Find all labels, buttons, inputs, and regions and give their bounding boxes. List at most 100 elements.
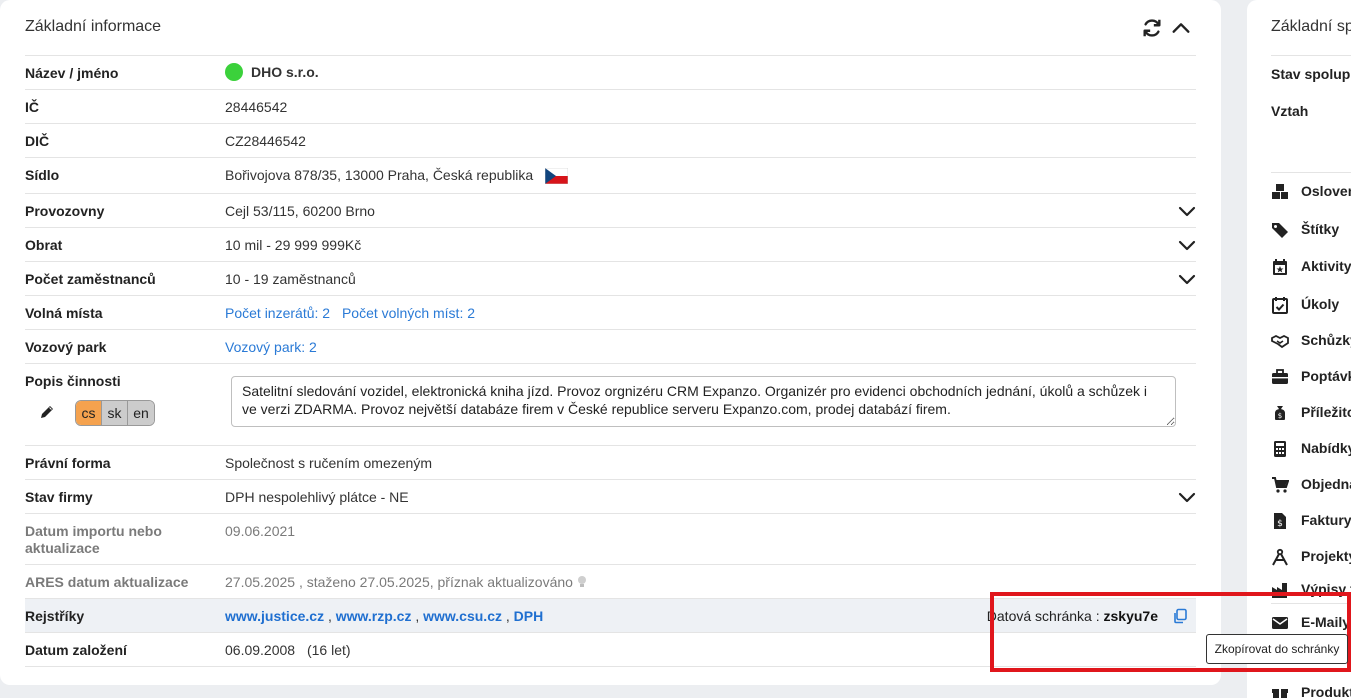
sidebar-item-label: Poptávk [1301,368,1351,384]
stav-firmy-label: Stav firmy [25,489,93,505]
row-volna-mista: Volná místa Počet inzerátů: 2 Počet voln… [25,296,1196,330]
sidebar-item-label: Faktury [1301,512,1351,528]
calendar-check-icon [1272,297,1288,314]
ares-value: 27.05.2025 , staženo 27.05.2025, příznak… [225,574,573,590]
ic-value: 28446542 [225,99,288,115]
sidlo-value-wrap: Bořivojova 878/35, 13000 Praha, Česká re… [225,167,569,184]
row-obrat[interactable]: Obrat 10 mil - 29 999 999Kč [25,228,1196,262]
sidlo-label: Sídlo [25,167,60,183]
row-popis: Popis činnosti cs sk en Satelitní sledov… [25,364,1196,446]
lang-cs-button[interactable]: cs [76,401,102,425]
rejstriky-label: Rejstříky [25,608,85,624]
divider [1271,172,1351,173]
sidlo-value: Bořivojova 878/35, 13000 Praha, Česká re… [225,167,534,183]
datum-zalozeni-label: Datum založení [25,642,127,658]
czech-flag-icon [545,168,569,184]
rzp-link[interactable]: www.rzp.cz [336,608,412,624]
basic-info-panel: Základní informace Název / jméno DHO s.r… [0,0,1221,685]
vozovy-park-value: Vozový park: 2 [225,339,317,355]
ads-count-link[interactable]: Počet inzerátů: 2 [225,305,330,321]
row-zamestnanci[interactable]: Počet zaměstnanců 10 - 19 zaměstnanců [25,262,1196,296]
handshake-icon [1271,334,1289,349]
pencil-icon[interactable] [39,404,55,420]
calculator-icon [1274,441,1286,457]
zamestnanci-label: Počet zaměstnanců [25,271,156,287]
sidebar-item-label: Úkoly [1301,296,1340,312]
calendar-star-icon [1273,259,1287,275]
stav-firmy-value: DPH nespolehlivý plátce - NE [225,489,409,505]
volna-mista-values: Počet inzerátů: 2 Počet volných míst: 2 [225,305,475,321]
description-textarea[interactable]: Satelitní sledování vozidel, elektronick… [231,376,1176,427]
sidebar-item-label: Aktivity [1301,258,1351,274]
chevron-down-icon[interactable] [1178,272,1196,286]
briefcase-icon [1272,369,1288,384]
stav-spoluprace-label: Stav spolupra [1271,66,1351,82]
chevron-down-icon[interactable] [1178,238,1196,252]
sidebar-item-label: Objedná [1301,476,1351,492]
ic-label: IČ [25,99,39,115]
fleet-link[interactable]: Vozový park: 2 [225,339,317,355]
dph-link[interactable]: DPH [514,608,544,624]
pravni-forma-value: Společnost s ručením omezeným [225,455,432,471]
zamestnanci-value: 10 - 19 zaměstnanců [225,271,356,287]
panel-title: Základní informace [25,18,162,35]
volna-mista-label: Volná místa [25,305,103,321]
divider [1271,55,1351,56]
provozovny-value: Cejl 53/115, 60200 Brno [225,203,375,219]
ares-label: ARES datum aktualizace [25,574,189,590]
row-ic: IČ 28446542 [25,90,1196,124]
name-value-wrap: DHO s.r.o. [225,63,319,81]
row-vozovy-park: Vozový park Vozový park: 2 [25,330,1196,364]
language-switcher: cs sk en [75,400,155,426]
row-dic: DIČ CZ28446542 [25,124,1196,158]
sidebar-item-label: Produkt [1301,684,1351,698]
cubes-icon [1272,184,1288,199]
vztah-label: Vztah [1271,103,1309,119]
row-sidlo: Sídlo Bořivojova 878/35, 13000 Praha, Če… [25,158,1196,194]
datum-importu-label: Datum importu nebo aktualizace [25,523,162,556]
svg-text:$: $ [1278,412,1282,420]
justice-link[interactable]: www.justice.cz [225,608,324,624]
obrat-value: 10 mil - 29 999 999Kč [225,237,362,253]
money-bag-icon: $ [1275,406,1285,420]
gift-icon [1272,689,1288,698]
row-name: Název / jméno DHO s.r.o. [25,56,1196,90]
pravni-forma-label: Právní forma [25,455,111,471]
ares-value-wrap: 27.05.2025 , staženo 27.05.2025, příznak… [225,574,587,590]
status-dot-icon [225,63,243,81]
invoice-icon: $ [1274,513,1286,529]
sidebar-item-label: Štítky [1301,221,1340,237]
csu-link[interactable]: www.csu.cz [423,608,502,624]
obrat-label: Obrat [25,237,63,253]
tags-icon [1272,223,1288,238]
provozovny-label: Provozovny [25,203,105,219]
svg-text:$: $ [1277,519,1283,529]
row-pravni-forma: Právní forma Společnost s ručením omezen… [25,446,1196,480]
right-panel-title: Základní sp [1271,18,1351,35]
compass-icon [1272,548,1288,566]
row-stav-firmy[interactable]: Stav firmy DPH nespolehlivý plátce - NE [25,480,1196,514]
dic-label: DIČ [25,133,50,149]
registry-links: www.justice.cz , www.rzp.cz , www.csu.cz… [225,608,544,624]
vacancies-count-link[interactable]: Počet volných míst: 2 [342,305,475,321]
chevron-down-icon[interactable] [1178,204,1196,218]
lang-en-button[interactable]: en [128,401,154,425]
vozovy-park-label: Vozový park [25,339,107,355]
datum-zalozeni-value: 06.09.2008 [225,642,296,658]
popis-label: Popis činnosti [25,373,121,389]
copy-tooltip: Zkopírovat do schránky [1206,634,1348,664]
chevron-up-icon[interactable] [1170,17,1192,39]
refresh-icon[interactable] [1141,17,1163,39]
sidebar-item-label: Příležito [1301,404,1351,420]
lightbulb-icon [577,576,586,587]
datum-importu-value: 09.06.2021 [225,523,296,539]
sidebar-item-label: Nabídky [1301,440,1351,456]
dic-value: CZ28446542 [225,133,306,149]
sidebar-item-label: Osloven [1301,183,1351,199]
chevron-down-icon[interactable] [1178,490,1196,504]
sidebar-item-label: Schůzky [1301,332,1351,348]
sidebar-item-label: Projekty [1301,548,1351,564]
lang-sk-button[interactable]: sk [102,401,128,425]
row-datum-importu: Datum importu nebo aktualizace 09.06.202… [25,514,1196,565]
row-provozovny[interactable]: Provozovny Cejl 53/115, 60200 Brno [25,194,1196,228]
